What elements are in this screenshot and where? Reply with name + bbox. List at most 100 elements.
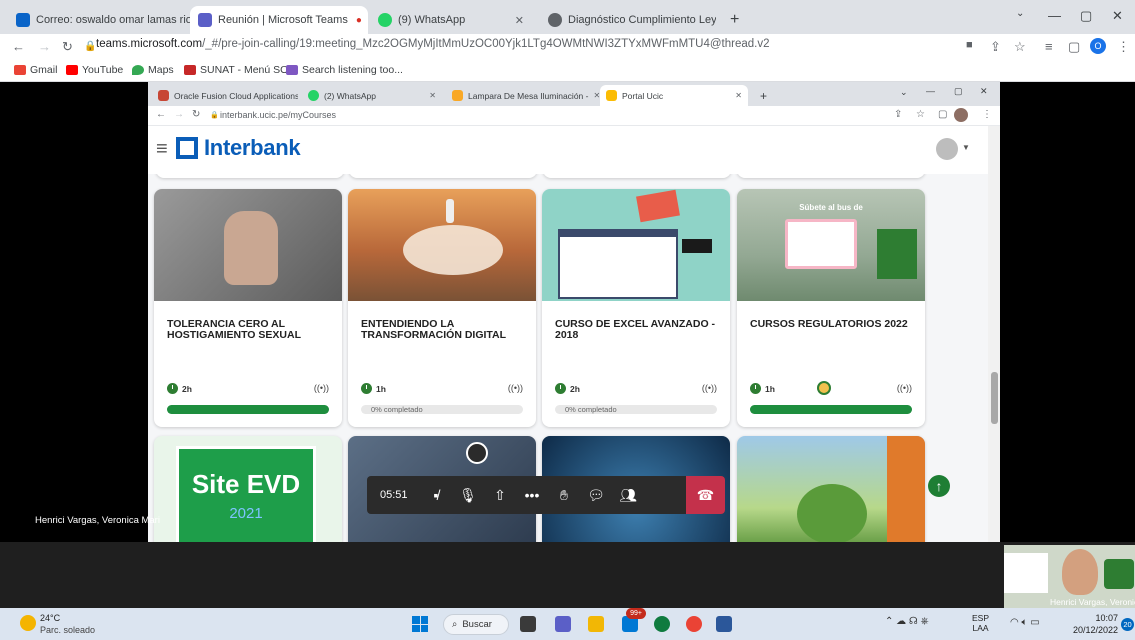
course-card-partial[interactable] — [156, 174, 344, 178]
site-evd-banner: Site EVD 2021 — [176, 446, 316, 542]
side-panel-icon[interactable]: ▢ — [938, 109, 947, 120]
badge-icon — [817, 381, 831, 395]
bookmark-maps[interactable]: Maps — [132, 64, 174, 76]
input-language[interactable]: ESP LAA — [972, 613, 989, 633]
taskbar-search[interactable]: ⌕ Buscar — [443, 614, 509, 635]
course-duration: 1h — [361, 383, 386, 394]
mic-off-icon[interactable]: 🎙︎ — [452, 476, 484, 514]
whatsapp-icon — [308, 90, 319, 101]
edge-icon[interactable] — [654, 616, 670, 632]
user-avatar[interactable] — [936, 138, 958, 160]
wifi-volume-battery-icons[interactable]: ◠ 🔈︎ ▭ — [1010, 617, 1040, 628]
weather-temperature[interactable]: 24°C — [40, 613, 60, 623]
url-field[interactable]: interbank.ucic.pe/myCourses — [220, 110, 336, 120]
share-icon[interactable]: ⇪ — [990, 39, 1001, 55]
outlook-icon — [16, 13, 30, 27]
course-card-partial[interactable] — [349, 174, 537, 178]
participants-icon[interactable]: 👥︎ — [612, 476, 644, 514]
camera-off-icon[interactable]: ▪̸ — [420, 476, 452, 514]
scrollbar-thumb[interactable] — [991, 372, 998, 424]
reload-icon[interactable]: ↻ — [192, 109, 200, 120]
tab-whatsapp[interactable]: (2) WhatsApp ✕ — [302, 85, 442, 106]
caret-down-icon[interactable]: ▼ — [962, 143, 970, 152]
menu-icon[interactable]: ⋮ — [1117, 39, 1130, 55]
chrome-icon[interactable] — [686, 616, 702, 632]
weather-sun-icon[interactable] — [20, 615, 36, 631]
back-icon[interactable]: ← — [12, 39, 25, 54]
system-tray-icons[interactable]: ⌃ ☁ ☊ ⎈ — [885, 616, 929, 627]
profile-avatar[interactable] — [954, 108, 968, 122]
side-panel-icon[interactable]: ▢ — [1068, 39, 1080, 55]
course-card-partial[interactable] — [737, 174, 925, 178]
word-icon[interactable] — [716, 616, 732, 632]
globe-icon — [548, 13, 562, 27]
hang-up-button[interactable]: ☎︎ — [686, 476, 725, 514]
ucic-icon — [606, 90, 617, 101]
teams-app-icon[interactable] — [555, 616, 571, 632]
tab-whatsapp[interactable]: (9) WhatsApp ✕ — [370, 6, 532, 34]
scrollbar-track[interactable] — [988, 126, 1000, 542]
tab-lampara[interactable]: Lampara De Mesa Iluminación - ✕ — [446, 85, 600, 106]
weather-description[interactable]: Parc. soleado — [40, 625, 95, 635]
course-card[interactable]: ENTENDIENDO LA TRANSFORMACIÓN DIGITAL 1h… — [348, 189, 536, 427]
bookmark-star-icon[interactable]: ☆ — [916, 109, 925, 120]
new-tab-button[interactable]: + — [754, 85, 774, 106]
more-options-icon[interactable]: ••• — [516, 476, 548, 514]
forward-icon[interactable]: → — [38, 39, 51, 54]
bookmark-search-listening[interactable]: Search listening too... — [286, 64, 403, 76]
tab-oracle-fusion[interactable]: Oracle Fusion Cloud Applications ✕ — [152, 85, 298, 106]
forward-icon[interactable]: → — [174, 109, 184, 120]
course-card[interactable]: CURSO DE EXCEL AVANZADO - 2018 2h ((•)) … — [542, 189, 730, 427]
back-icon[interactable]: ← — [156, 109, 166, 120]
reload-icon[interactable]: ↻ — [62, 39, 73, 55]
close-icon[interactable]: ✕ — [515, 14, 524, 27]
chat-icon[interactable]: 💬︎ — [580, 476, 612, 514]
share-icon[interactable]: ⇪ — [894, 109, 902, 120]
new-tab-button[interactable]: + — [722, 6, 742, 34]
interbank-logo[interactable]: Interbank — [176, 135, 301, 161]
chevron-down-icon[interactable]: ⌄ — [1016, 8, 1024, 19]
close-icon[interactable]: ✕ — [735, 91, 742, 100]
course-image-excel — [542, 189, 730, 301]
profile-avatar[interactable]: O — [1090, 38, 1106, 54]
tab-teams-meeting[interactable]: Reunión | Microsoft Teams ● ✕ — [190, 6, 368, 34]
restore-button[interactable]: ▢ — [1080, 8, 1092, 24]
course-card[interactable] — [737, 436, 925, 542]
restore-button[interactable]: ▢ — [954, 86, 963, 97]
chevron-down-icon[interactable]: ⌄ — [900, 87, 908, 98]
share-screen-icon[interactable]: ⇧ — [484, 476, 516, 514]
course-card[interactable]: Súbete al bus de CURSOS REGULATORIOS 202… — [737, 189, 925, 427]
tab-portal-ucic[interactable]: Portal Ucic ✕ — [600, 85, 748, 106]
windows-start-icon[interactable] — [412, 616, 428, 632]
close-window-button[interactable]: ✕ — [980, 86, 988, 97]
reading-list-icon[interactable]: ≡ — [1045, 39, 1053, 54]
hamburger-menu-icon[interactable]: ≡ — [156, 138, 168, 161]
course-card[interactable]: TOLERANCIA CERO AL HOSTIGAMIENTO SEXUAL … — [154, 189, 342, 427]
course-card-site-evd[interactable]: Site EVD 2021 — [154, 436, 342, 542]
bookmark-star-icon[interactable]: ☆ — [1014, 39, 1026, 55]
clock-date[interactable]: 20/12/2022 — [1052, 625, 1118, 635]
url-field[interactable]: teams.microsoft.com/_#/pre-join-calling/… — [96, 38, 770, 50]
file-explorer-icon[interactable] — [588, 616, 604, 632]
bookmark-sunat[interactable]: SUNAT - Menú SOL — [184, 64, 294, 76]
task-view-icon[interactable] — [520, 616, 536, 632]
course-card-partial[interactable] — [543, 174, 731, 178]
minimize-button[interactable]: — — [1048, 8, 1061, 23]
bookmark-gmail[interactable]: Gmail — [14, 64, 57, 76]
close-window-button[interactable]: ✕ — [1112, 8, 1123, 24]
minimize-button[interactable]: — — [926, 86, 935, 96]
tab-label: Lampara De Mesa Iluminación - — [468, 90, 589, 101]
tab-diagnostico[interactable]: Diagnóstico Cumplimiento Ley 2 ✕ — [540, 6, 716, 34]
clock-time[interactable]: 10:07 — [1078, 613, 1118, 623]
menu-icon[interactable]: ⋮ — [982, 109, 992, 120]
close-icon[interactable]: ✕ — [429, 91, 436, 100]
tab-outlook-mail[interactable]: Correo: oswaldo omar lamas rios ✕ — [8, 6, 190, 34]
store-icon — [452, 90, 463, 101]
scroll-to-top-button[interactable]: ↑ — [928, 475, 950, 497]
raise-hand-icon[interactable]: ✋︎ — [548, 476, 580, 514]
camera-icon[interactable]: ■ — [966, 39, 973, 51]
bookmark-youtube[interactable]: YouTube — [66, 64, 123, 76]
mail-unread-badge: 99+ — [626, 608, 646, 619]
tab-label: Diagnóstico Cumplimiento Ley 2 — [568, 14, 716, 26]
notification-count-badge[interactable]: 20 — [1121, 618, 1134, 631]
